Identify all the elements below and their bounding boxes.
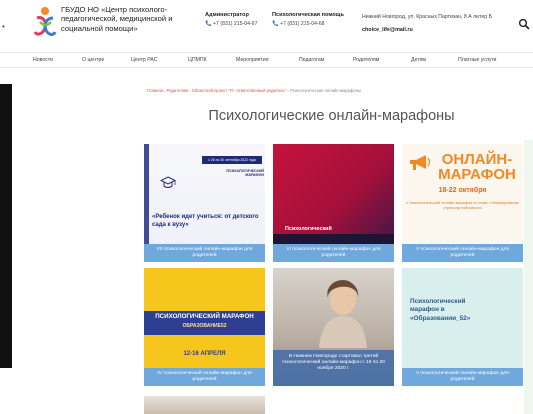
- card-date: 12-16 АПРЕЛЯ: [183, 351, 226, 357]
- main-nav: Новости О центре Центр РАС ЦПМПК Меропри…: [0, 52, 533, 68]
- marathon-card-iii[interactable]: В Нижнем Новгороде стартовал третий псих…: [273, 268, 394, 386]
- nav-item-ras-center[interactable]: Центр РАС: [131, 57, 158, 63]
- nav-item-teachers[interactable]: Педагогам: [299, 57, 324, 63]
- nav-item-events[interactable]: Мероприятия: [236, 57, 269, 63]
- nav-item-news[interactable]: Новости: [33, 57, 53, 63]
- left-edge-mark: •: [2, 22, 5, 31]
- page-title: Психологические онлайн-марафоны: [208, 108, 455, 124]
- marathon-card-vi[interactable]: Психологический VI психологический онлай…: [273, 144, 394, 262]
- marathon-card-v[interactable]: ОНЛАЙН-МАРАФОН 18-22 октября V психологи…: [402, 144, 523, 262]
- search-icon[interactable]: [518, 18, 530, 30]
- card-text: Психологический марафон в «Образовании_5…: [410, 298, 471, 322]
- breadcrumb-home[interactable]: Главная: [147, 88, 163, 93]
- marathon-card-vii[interactable]: с 26 по 30 сентября 2022 года ПСИХОЛОГИЧ…: [144, 144, 265, 262]
- card-caption[interactable]: IV психологический онлайн-марафон для ро…: [144, 367, 265, 386]
- help-phone-row[interactable]: +7 (831) 215-04-68: [272, 20, 344, 27]
- page: • ГБУДО НО «Центр психолого-педагогическ…: [0, 0, 533, 414]
- card-date: 18-22 октября: [438, 187, 487, 194]
- card-caption[interactable]: VII психологический онлайн-марафон для р…: [144, 243, 265, 262]
- admin-title: Администратор: [205, 12, 249, 18]
- card-caption[interactable]: В Нижнем Новгороде стартовал третий псих…: [273, 350, 394, 386]
- breadcrumb-parents[interactable]: Родителям: [167, 88, 188, 93]
- marathon-card-iv[interactable]: ПСИХОЛОГИЧЕСКИЙ МАРАФОН ОБРАЗОВАНИЕ52 12…: [144, 268, 265, 386]
- center-logo-icon[interactable]: [33, 6, 57, 40]
- card-text: V психологический онлайн-марафон по теме…: [406, 200, 519, 210]
- dark-side-panel: [0, 84, 12, 368]
- card-heading: ПСИХОЛОГИЧЕСКИЙ МАРАФОН: [155, 313, 254, 320]
- card-date-badge: с 26 по 30 сентября 2022 года: [202, 156, 262, 164]
- breadcrumb-project[interactable]: Областной проект "Я - ответственный роди…: [192, 88, 286, 93]
- card-caption[interactable]: II психологический онлайн-марафон для ро…: [402, 367, 523, 386]
- nav-item-paid-services[interactable]: Платные услуги: [458, 57, 496, 63]
- address: Нижний Новгород, ул. Красных Партизан, 8…: [362, 14, 492, 20]
- admin-phone-row[interactable]: +7 (831) 215-04-67: [205, 20, 258, 27]
- breadcrumb-current: Психологические онлайн-марафоны: [289, 88, 361, 93]
- nav-item-about[interactable]: О центре: [82, 57, 104, 63]
- card-subtitle: ПСИХОЛОГИЧЕСКИЙ МАРАФОН: [226, 169, 264, 178]
- megaphone-icon: [410, 155, 431, 170]
- right-edge-panel: [524, 140, 533, 414]
- help-contact: Психологическая помощь +7 (831) 215-04-6…: [272, 12, 344, 27]
- card-quote: «Ребенок идет учиться: от детского сада …: [152, 214, 259, 228]
- breadcrumb: Главная › Родителям › Областной проект "…: [147, 88, 361, 93]
- card-caption[interactable]: VI психологический онлайн-марафон для ро…: [273, 243, 394, 262]
- phone-icon: [205, 20, 211, 27]
- phone-icon: [272, 20, 278, 27]
- nav-item-children[interactable]: Детям: [411, 57, 426, 63]
- card-big-title: ОНЛАЙН-МАРАФОН: [438, 151, 516, 183]
- admin-phone[interactable]: +7 (831) 215-04-67: [213, 21, 258, 27]
- help-phone[interactable]: +7 (831) 215-04-68: [280, 21, 325, 27]
- card-heading-2: ОБРАЗОВАНИЕ52: [182, 323, 227, 329]
- card-label: Психологический: [285, 226, 332, 232]
- nav-item-cpmpk[interactable]: ЦПМПК: [188, 57, 207, 63]
- card-caption[interactable]: V психологический онлайн-марафон для род…: [402, 243, 523, 262]
- nav-item-parents[interactable]: Родителям: [353, 57, 379, 63]
- marathon-card-partial[interactable]: [144, 396, 265, 414]
- org-name: ГБУДО НО «Центр психолого-педагогической…: [61, 5, 173, 33]
- admin-contact: Администратор +7 (831) 215-04-67: [205, 12, 258, 27]
- email-link[interactable]: choice_life@mail.ru: [362, 27, 413, 33]
- help-title: Психологическая помощь: [272, 12, 344, 18]
- marathon-card-ii[interactable]: Психологический марафон в «Образовании_5…: [402, 268, 523, 386]
- graduation-cap-icon: [160, 176, 176, 188]
- woman-photo: [319, 280, 367, 348]
